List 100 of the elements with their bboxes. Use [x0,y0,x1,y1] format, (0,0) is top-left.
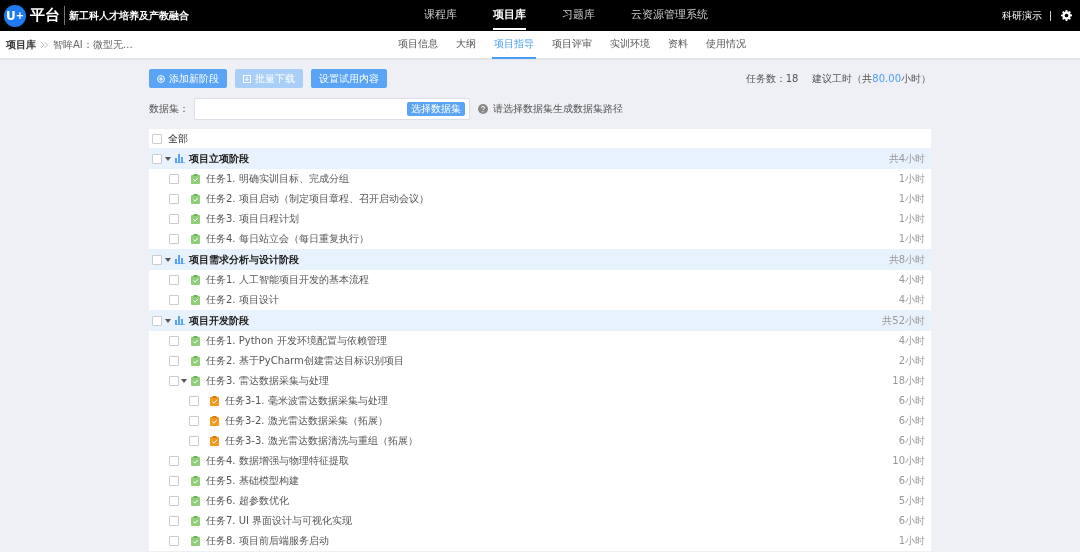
checkbox[interactable] [169,336,179,346]
subtask-row[interactable]: 任务3-1. 毫米波雷达数据采集与处理 6小时 [149,391,931,411]
checkbox[interactable] [169,516,179,526]
help-icon [478,104,488,114]
checkbox[interactable] [152,315,162,326]
clipboard-icon [191,536,200,546]
task-row[interactable]: 任务3. 项目日程计划 1小时 [149,209,931,229]
task-hours: 2小时 [898,354,925,368]
checkbox[interactable] [169,356,179,366]
caret-icon[interactable] [165,318,171,323]
add-icon [157,74,165,83]
nav-tab[interactable]: 习题库 [562,1,595,30]
task-title: 任务2. 项目启动（制定项目章程、召开启动会议） [206,192,429,206]
clipboard-icon [210,396,219,406]
bar-chart-icon [175,154,185,163]
section-tab[interactable]: 大纲 [454,30,478,59]
task-row[interactable]: 任务3. 雷达数据采集与处理 18小时 [149,371,931,391]
caret-icon[interactable] [181,379,187,383]
checkbox[interactable] [169,476,179,486]
checkbox[interactable] [169,214,179,224]
checkbox[interactable] [169,295,179,305]
clipboard-icon [191,234,200,244]
clipboard-icon [191,476,200,486]
section-tab[interactable]: 项目信息 [396,30,440,59]
clipboard-icon [191,456,200,466]
phase-row[interactable]: 项目开发阶段 共52小时 [149,310,931,331]
clipboard-icon [210,416,219,426]
subtask-title: 任务3-1. 毫米波雷达数据采集与处理 [225,394,388,408]
task-row[interactable]: 任务2. 项目设计 4小时 [149,290,931,310]
task-hours: 4小时 [898,334,925,348]
section-tab[interactable]: 使用情况 [704,30,748,59]
checkbox[interactable] [169,174,179,184]
clipboard-icon [191,496,200,506]
clipboard-icon [191,214,200,224]
subtask-title: 任务3-2. 激光雷达数据采集（拓展） [225,414,388,428]
nav-tab[interactable]: 云资源管理系统 [631,1,708,30]
checkbox[interactable] [152,153,162,164]
task-row[interactable]: 任务5. 基础模型构建 6小时 [149,471,931,491]
task-row[interactable]: 任务2. 基于PyCharm创建雷达目标识别项目 2小时 [149,351,931,371]
checkbox[interactable] [169,496,179,506]
suggested-hours: 建议工时（共80.00小时） [812,71,931,86]
checkbox[interactable] [189,436,199,446]
nav-tab[interactable]: 课程库 [424,1,457,30]
checkbox[interactable] [152,133,162,144]
breadcrumb-link[interactable]: 项目库 [6,37,36,52]
task-row[interactable]: 任务1. 人工智能项目开发的基本流程 4小时 [149,270,931,290]
phase-row[interactable]: 项目需求分析与设计阶段 共8小时 [149,249,931,270]
clipboard-icon [191,174,200,184]
checkbox[interactable] [152,254,162,265]
subtask-title: 任务3-3. 激光雷达数据清洗与重组（拓展） [225,434,418,448]
chevron-icon [41,41,48,48]
checkbox[interactable] [169,234,179,244]
task-row[interactable]: 任务1. 明确实训目标、完成分组 1小时 [149,169,931,189]
clipboard-icon [191,336,200,346]
task-row[interactable]: 任务4. 数据增强与物理特征提取 10小时 [149,451,931,471]
clipboard-icon [191,516,200,526]
phase-title: 项目立项阶段 [189,151,249,166]
checkbox[interactable] [189,396,199,406]
task-title: 任务3. 项目日程计划 [206,212,299,226]
phase-row[interactable]: 项目立项阶段 共4小时 [149,148,931,169]
task-title: 任务8. 项目前后端服务启动 [206,534,329,548]
task-hours: 5小时 [898,494,925,508]
task-row[interactable]: 任务8. 项目前后端服务启动 1小时 [149,531,931,551]
checkbox[interactable] [169,536,179,546]
task-title: 任务3. 雷达数据采集与处理 [206,374,329,388]
task-title: 任务1. 明确实训目标、完成分组 [206,172,349,186]
task-title: 任务7. UI 界面设计与可视化实现 [206,514,353,528]
task-row[interactable]: 任务2. 项目启动（制定项目章程、召开启动会议） 1小时 [149,189,931,209]
clipboard-icon [191,194,200,204]
task-title: 任务2. 基于PyCharm创建雷达目标识别项目 [206,354,404,368]
subtask-row[interactable]: 任务3-2. 激光雷达数据采集（拓展） 6小时 [149,411,931,431]
settings-icon[interactable] [1061,10,1072,21]
task-hours: 10小时 [892,454,925,468]
checkbox[interactable] [169,275,179,285]
section-tab[interactable]: 项目评审 [550,30,594,59]
subtask-hours: 6小时 [898,434,925,448]
subtask-row[interactable]: 任务3-3. 激光雷达数据清洗与重组（拓展） 6小时 [149,431,931,451]
task-row[interactable]: 任务4. 每日站立会（每日重复执行） 1小时 [149,229,931,249]
task-hours: 1小时 [898,172,925,186]
checkbox[interactable] [169,376,179,386]
task-row[interactable]: 任务1. Python 开发环境配置与依赖管理 4小时 [149,331,931,351]
phase-title: 项目需求分析与设计阶段 [189,252,299,267]
task-hours: 4小时 [898,273,925,287]
phase-hours: 共52小时 [882,313,925,328]
checkbox[interactable] [189,416,199,426]
task-row[interactable]: 任务6. 超参数优化 5小时 [149,491,931,511]
user-name[interactable]: 科研演示 [1002,10,1051,21]
platform-slogan: 新工科人才培养及产教融合 [69,8,189,23]
section-tab[interactable]: 实训环境 [608,30,652,59]
task-row[interactable]: 任务7. UI 界面设计与可视化实现 6小时 [149,511,931,531]
bar-chart-icon [175,255,185,264]
task-hours: 1小时 [898,534,925,548]
caret-icon[interactable] [165,156,171,161]
checkbox[interactable] [169,456,179,466]
checkbox[interactable] [169,194,179,204]
task-hours: 18小时 [892,374,925,388]
section-tab[interactable]: 资料 [666,30,690,59]
caret-icon[interactable] [165,257,171,262]
breadcrumb-current: 智眸AI：微型无… [53,37,133,52]
subtask-hours: 6小时 [898,394,925,408]
